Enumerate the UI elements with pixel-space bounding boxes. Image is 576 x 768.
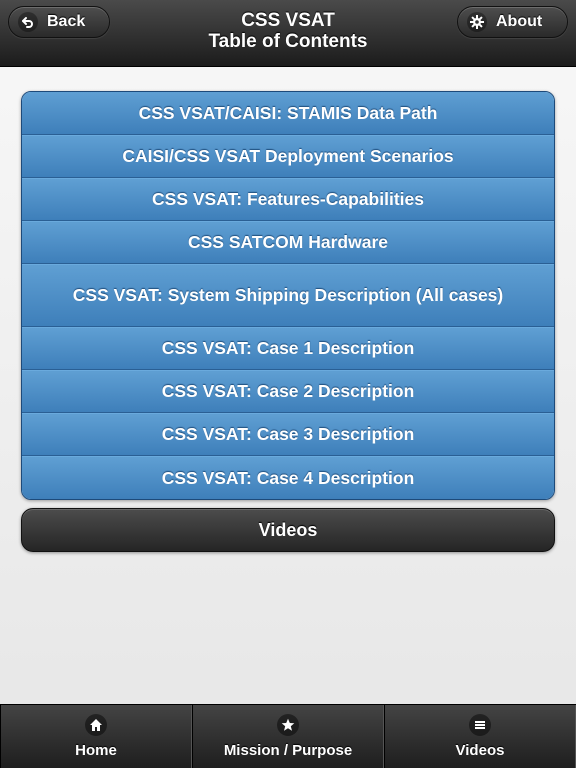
videos-button[interactable]: Videos: [21, 508, 555, 552]
toc-item-label: CSS VSAT: Case 4 Description: [161, 467, 415, 488]
toc-item-label: CSS VSAT/CAISI: STAMIS Data Path: [138, 102, 438, 123]
page-title-line-1: CSS VSAT: [241, 10, 335, 31]
toc-item-stamis-data-path[interactable]: CSS VSAT/CAISI: STAMIS Data Path: [22, 92, 554, 135]
page-title-line-2: Table of Contents: [208, 31, 368, 52]
about-button[interactable]: About: [457, 6, 568, 38]
toc-item-case-2[interactable]: CSS VSAT: Case 2 Description: [22, 370, 554, 413]
toc-item-label: CSS VSAT: Case 1 Description: [161, 338, 415, 358]
star-icon: [277, 714, 299, 736]
home-icon: [85, 714, 107, 736]
toc-item-satcom-hardware[interactable]: CSS SATCOM Hardware: [22, 221, 554, 264]
toc-item-label: CSS SATCOM Hardware: [188, 232, 388, 252]
videos-button-label: Videos: [258, 519, 318, 540]
toc-item-label: CSS VSAT: Case 3 Description: [161, 424, 415, 444]
page-title: CSS VSAT Table of Contents: [120, 10, 456, 52]
gear-icon: [467, 12, 487, 32]
toc-item-label: CSS VSAT: Features-Capabilities: [152, 189, 424, 209]
toc-item-case-1[interactable]: CSS VSAT: Case 1 Description: [22, 327, 554, 370]
toc-item-label: CSS VSAT: System Shipping Description (A…: [72, 285, 504, 305]
back-label: Back: [47, 13, 86, 30]
toc-item-deployment-scenarios[interactable]: CAISI/CSS VSAT Deployment Scenarios: [22, 135, 554, 178]
tab-videos[interactable]: Videos: [384, 705, 576, 768]
back-arrow-icon: [18, 12, 38, 32]
toc-item-label: CAISI/CSS VSAT Deployment Scenarios: [122, 146, 454, 166]
tab-mission-purpose[interactable]: Mission / Purpose: [192, 705, 384, 768]
header-bar: Back CSS VSAT Table of Contents About: [0, 0, 576, 67]
about-label: About: [496, 13, 543, 30]
toc-item-label: CSS VSAT: Case 2 Description: [161, 381, 415, 401]
toc-item-features-capabilities[interactable]: CSS VSAT: Features-Capabilities: [22, 178, 554, 221]
menu-icon: [469, 714, 491, 736]
tab-home-label: Home: [75, 742, 117, 759]
toc-item-case-4[interactable]: CSS VSAT: Case 4 Description: [22, 456, 554, 499]
tab-mission-purpose-label: Mission / Purpose: [223, 742, 353, 759]
tab-videos-label: Videos: [455, 742, 505, 759]
toc-item-case-3[interactable]: CSS VSAT: Case 3 Description: [22, 413, 554, 456]
footer-nav: Home Mission / Purpose Videos: [0, 704, 576, 768]
toc-item-shipping-description[interactable]: CSS VSAT: System Shipping Description (A…: [22, 264, 554, 327]
toc-list: CSS VSAT/CAISI: STAMIS Data Path CAISI/C…: [21, 91, 555, 500]
tab-home[interactable]: Home: [0, 705, 192, 768]
back-button[interactable]: Back: [8, 6, 110, 38]
